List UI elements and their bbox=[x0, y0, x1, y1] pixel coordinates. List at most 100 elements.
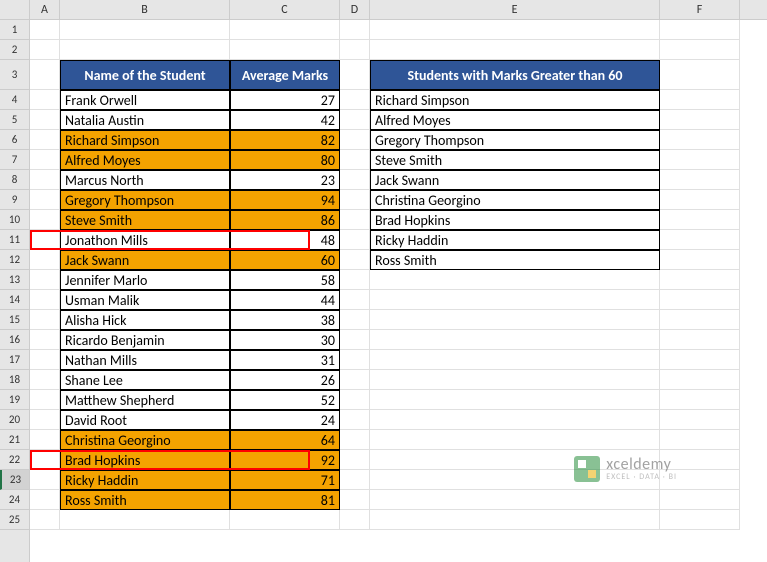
cell-a8[interactable] bbox=[30, 170, 60, 190]
cell-a20[interactable] bbox=[30, 410, 60, 430]
cell-a2[interactable] bbox=[30, 40, 60, 60]
cell-e20[interactable] bbox=[370, 410, 660, 430]
student-name[interactable]: David Root bbox=[60, 410, 230, 430]
student-marks[interactable]: 80 bbox=[230, 150, 340, 170]
student-name[interactable]: Jack Swann bbox=[60, 250, 230, 270]
cell-c25[interactable] bbox=[230, 510, 340, 530]
cell-a4[interactable] bbox=[30, 90, 60, 110]
student-marks[interactable]: 48 bbox=[230, 230, 340, 250]
cell-f16[interactable] bbox=[660, 330, 740, 350]
student-name[interactable]: Natalia Austin bbox=[60, 110, 230, 130]
cell-d5[interactable] bbox=[340, 110, 370, 130]
cell-f15[interactable] bbox=[660, 310, 740, 330]
cell-d15[interactable] bbox=[340, 310, 370, 330]
cell-d8[interactable] bbox=[340, 170, 370, 190]
row-header-17[interactable]: 17 bbox=[0, 350, 29, 370]
row-header-21[interactable]: 21 bbox=[0, 430, 29, 450]
cell-f24[interactable] bbox=[660, 490, 740, 510]
student-name[interactable]: Frank Orwell bbox=[60, 90, 230, 110]
student-marks[interactable]: 92 bbox=[230, 450, 340, 470]
student-marks[interactable]: 52 bbox=[230, 390, 340, 410]
result-name[interactable]: Alfred Moyes bbox=[370, 110, 660, 130]
row-header-23[interactable]: 23 bbox=[0, 470, 29, 490]
student-marks[interactable]: 31 bbox=[230, 350, 340, 370]
cell-d22[interactable] bbox=[340, 450, 370, 470]
student-marks[interactable]: 86 bbox=[230, 210, 340, 230]
cell-b1[interactable] bbox=[60, 20, 230, 40]
student-marks[interactable]: 94 bbox=[230, 190, 340, 210]
student-name[interactable]: Ricardo Benjamin bbox=[60, 330, 230, 350]
cell-a7[interactable] bbox=[30, 150, 60, 170]
cell-f8[interactable] bbox=[660, 170, 740, 190]
result-name[interactable]: Gregory Thompson bbox=[370, 130, 660, 150]
row-header-8[interactable]: 8 bbox=[0, 170, 29, 190]
cell-d6[interactable] bbox=[340, 130, 370, 150]
cell-a19[interactable] bbox=[30, 390, 60, 410]
student-name[interactable]: Alisha Hick bbox=[60, 310, 230, 330]
cell-d14[interactable] bbox=[340, 290, 370, 310]
cell-f3[interactable] bbox=[660, 60, 740, 90]
result-name[interactable]: Richard Simpson bbox=[370, 90, 660, 110]
row-header-11[interactable]: 11 bbox=[0, 230, 29, 250]
cell-c1[interactable] bbox=[230, 20, 340, 40]
cell-a15[interactable] bbox=[30, 310, 60, 330]
student-marks[interactable]: 42 bbox=[230, 110, 340, 130]
cell-d19[interactable] bbox=[340, 390, 370, 410]
student-marks[interactable]: 44 bbox=[230, 290, 340, 310]
cell-d9[interactable] bbox=[340, 190, 370, 210]
col-header-f[interactable]: F bbox=[660, 0, 740, 19]
result-name[interactable]: Brad Hopkins bbox=[370, 210, 660, 230]
row-header-2[interactable]: 2 bbox=[0, 40, 29, 60]
cell-a25[interactable] bbox=[30, 510, 60, 530]
result-name[interactable]: Ross Smith bbox=[370, 250, 660, 270]
result-name[interactable]: Christina Georgino bbox=[370, 190, 660, 210]
cell-d21[interactable] bbox=[340, 430, 370, 450]
student-marks[interactable]: 82 bbox=[230, 130, 340, 150]
cells-area[interactable]: xceldemy EXCEL · DATA · BI Name of the S… bbox=[30, 20, 767, 562]
cell-e15[interactable] bbox=[370, 310, 660, 330]
cell-d24[interactable] bbox=[340, 490, 370, 510]
col-header-c[interactable]: C bbox=[230, 0, 340, 19]
student-marks[interactable]: 23 bbox=[230, 170, 340, 190]
cell-f12[interactable] bbox=[660, 250, 740, 270]
cell-c2[interactable] bbox=[230, 40, 340, 60]
student-name[interactable]: Steve Smith bbox=[60, 210, 230, 230]
cell-d17[interactable] bbox=[340, 350, 370, 370]
cell-d4[interactable] bbox=[340, 90, 370, 110]
student-name[interactable]: Brad Hopkins bbox=[60, 450, 230, 470]
select-all-corner[interactable] bbox=[0, 0, 30, 19]
cell-f5[interactable] bbox=[660, 110, 740, 130]
cell-f17[interactable] bbox=[660, 350, 740, 370]
cell-d11[interactable] bbox=[340, 230, 370, 250]
col-header-a[interactable]: A bbox=[30, 0, 60, 19]
cell-a10[interactable] bbox=[30, 210, 60, 230]
cell-e21[interactable] bbox=[370, 430, 660, 450]
cell-d1[interactable] bbox=[340, 20, 370, 40]
col-header-b[interactable]: B bbox=[60, 0, 230, 19]
student-marks[interactable]: 38 bbox=[230, 310, 340, 330]
row-header-7[interactable]: 7 bbox=[0, 150, 29, 170]
student-name[interactable]: Richard Simpson bbox=[60, 130, 230, 150]
cell-a12[interactable] bbox=[30, 250, 60, 270]
table1-header-name[interactable]: Name of the Student bbox=[60, 60, 230, 90]
row-header-19[interactable]: 19 bbox=[0, 390, 29, 410]
cell-e14[interactable] bbox=[370, 290, 660, 310]
cell-b25[interactable] bbox=[60, 510, 230, 530]
cell-a11[interactable] bbox=[30, 230, 60, 250]
cell-a6[interactable] bbox=[30, 130, 60, 150]
cell-e13[interactable] bbox=[370, 270, 660, 290]
cell-f11[interactable] bbox=[660, 230, 740, 250]
student-name[interactable]: Jonathon Mills bbox=[60, 230, 230, 250]
cell-a1[interactable] bbox=[30, 20, 60, 40]
student-marks[interactable]: 58 bbox=[230, 270, 340, 290]
cell-e17[interactable] bbox=[370, 350, 660, 370]
cell-f2[interactable] bbox=[660, 40, 740, 60]
cell-e25[interactable] bbox=[370, 510, 660, 530]
student-name[interactable]: Usman Malik bbox=[60, 290, 230, 310]
cell-a14[interactable] bbox=[30, 290, 60, 310]
row-header-15[interactable]: 15 bbox=[0, 310, 29, 330]
cell-d20[interactable] bbox=[340, 410, 370, 430]
row-header-5[interactable]: 5 bbox=[0, 110, 29, 130]
student-name[interactable]: Ricky Haddin bbox=[60, 470, 230, 490]
cell-e24[interactable] bbox=[370, 490, 660, 510]
